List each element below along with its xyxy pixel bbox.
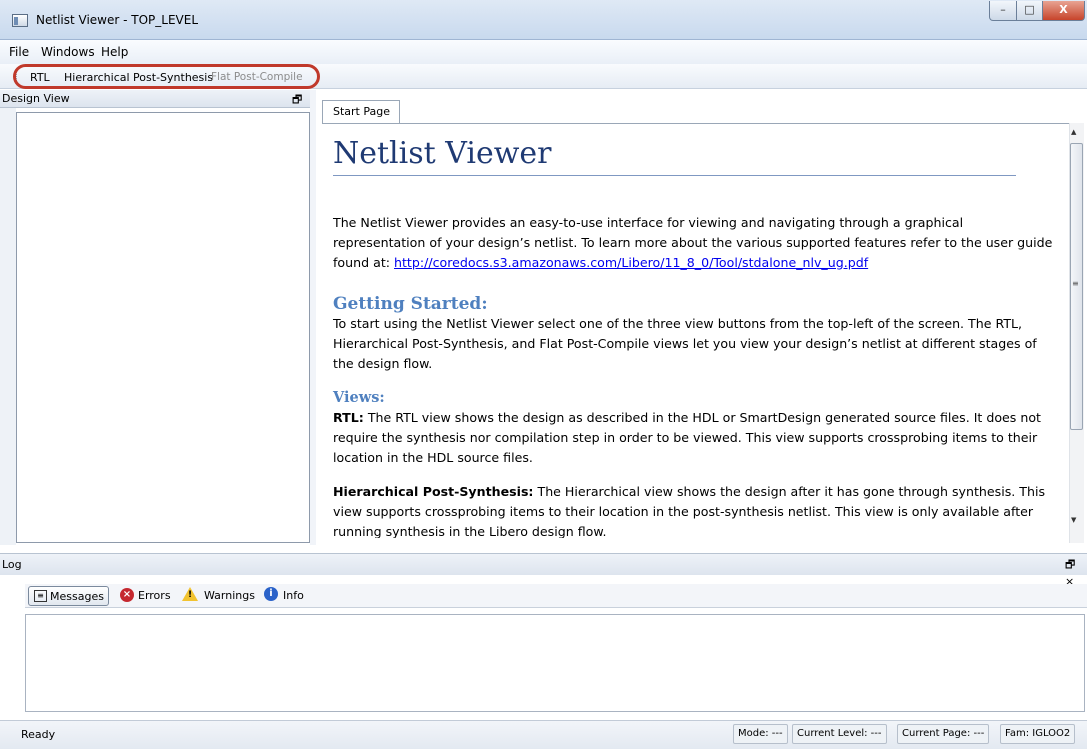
status-mode: Mode: ---: [733, 724, 788, 744]
left-side-strip: [0, 108, 16, 545]
design-view-title: Design View: [2, 92, 70, 105]
getting-started-text: To start using the Netlist Viewer select…: [333, 316, 1037, 371]
info-filter-button[interactable]: Info: [283, 589, 304, 602]
warning-mark-icon: !: [188, 590, 193, 600]
panel-splitter[interactable]: [310, 90, 316, 545]
title-divider: [333, 175, 1016, 176]
hierarchical-paragraph: Hierarchical Post-Synthesis: The Hierarc…: [333, 482, 1053, 538]
status-family: Fam: IGLOO2: [1000, 724, 1076, 744]
errors-icon[interactable]: ×: [120, 588, 134, 602]
status-ready: Ready: [21, 728, 56, 741]
tab-start-page-label: Start Page: [333, 105, 390, 118]
rtl-label: RTL:: [333, 410, 364, 425]
app-icon: [12, 14, 28, 27]
rtl-text: The RTL view shows the design as describ…: [333, 410, 1041, 465]
rtl-paragraph: RTL: The RTL view shows the design as de…: [333, 408, 1053, 468]
log-header: [0, 553, 1087, 575]
messages-icon: ≡: [34, 590, 47, 602]
page-title: Netlist Viewer: [333, 136, 552, 171]
scrollbar-grip-icon: ≡: [1072, 279, 1079, 288]
errors-filter-button[interactable]: Errors: [138, 589, 171, 602]
menu-windows[interactable]: Windows: [41, 45, 95, 59]
intro-paragraph: The Netlist Viewer provides an easy-to-u…: [333, 213, 1053, 273]
close-button[interactable]: X: [1042, 1, 1085, 21]
info-icon[interactable]: i: [264, 587, 278, 601]
user-guide-link[interactable]: http://coredocs.s3.amazonaws.com/Libero/…: [394, 255, 868, 270]
status-current-page: Current Page: ---: [897, 724, 990, 744]
scroll-up-icon[interactable]: ▲: [1071, 128, 1076, 136]
log-title: Log: [2, 558, 22, 571]
minimize-button[interactable]: –: [989, 1, 1017, 21]
float-icon[interactable]: 🗗: [292, 91, 302, 110]
hierarchical-label: Hierarchical Post-Synthesis:: [333, 484, 534, 499]
getting-started-heading: Getting Started:: [333, 294, 488, 314]
menu-help[interactable]: Help: [101, 45, 128, 59]
menu-file[interactable]: File: [9, 45, 29, 59]
messages-label: Messages: [50, 590, 104, 603]
menu-bar: [0, 40, 1087, 64]
window-title: Netlist Viewer - TOP_LEVEL: [36, 13, 199, 27]
design-view-panel[interactable]: [16, 112, 310, 543]
warnings-filter-button[interactable]: Warnings: [204, 589, 255, 602]
views-heading: Views:: [333, 389, 385, 406]
status-current-level: Current Level: ---: [792, 724, 887, 744]
log-messages-area[interactable]: [25, 614, 1085, 712]
toolbar-highlight-annotation: [13, 64, 320, 89]
scroll-down-icon[interactable]: ▼: [1071, 516, 1076, 524]
maximize-button[interactable]: □: [1016, 1, 1043, 21]
